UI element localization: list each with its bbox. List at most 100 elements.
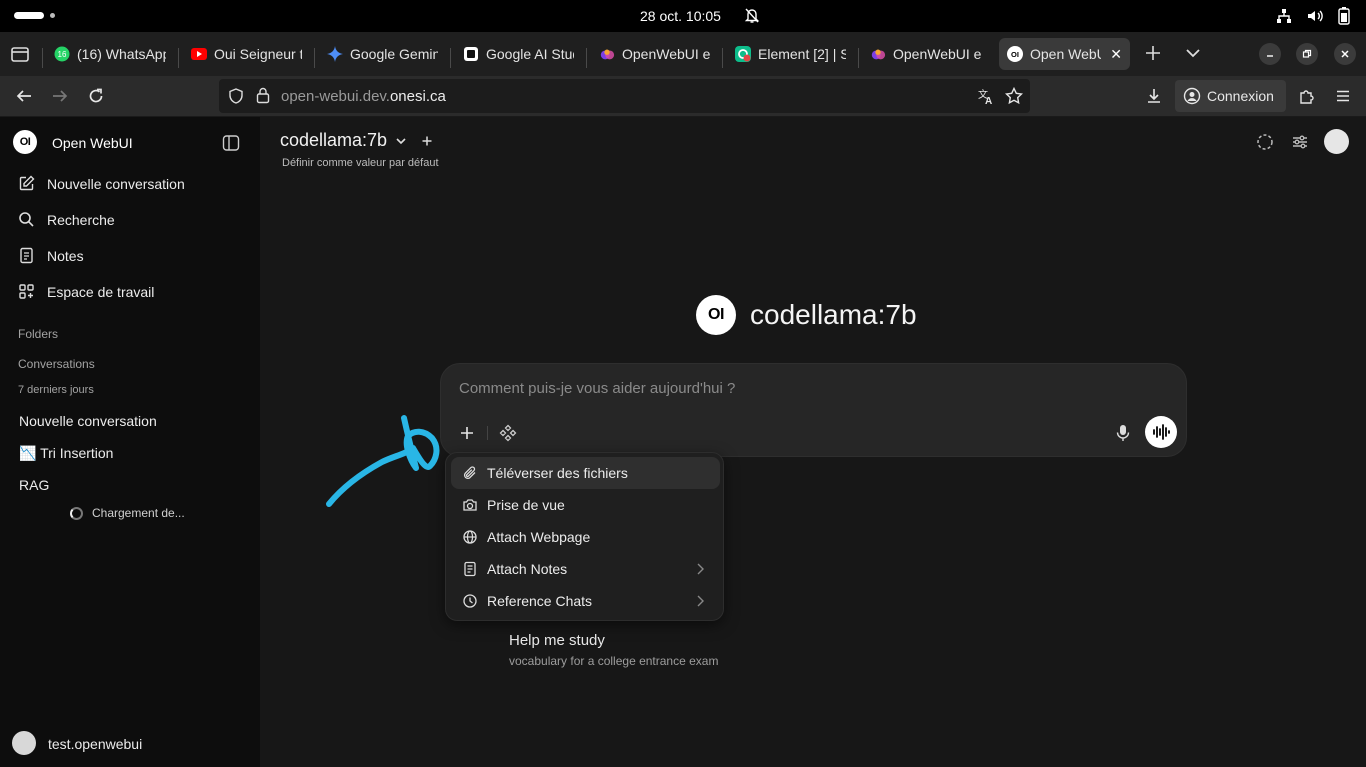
user-avatar[interactable] [12, 731, 36, 755]
workspace-button[interactable]: Espace de travail [18, 283, 154, 300]
tab-separator [586, 48, 587, 68]
add-model-icon[interactable] [421, 135, 433, 147]
sidebar: OI Open WebUI Nouvelle conversation Rech… [0, 117, 260, 767]
browser-menu-button[interactable] [1332, 85, 1354, 107]
ai-studio-icon [463, 46, 479, 62]
hamburger-icon [1337, 90, 1349, 102]
plus-icon [461, 427, 473, 439]
attach-webpage-item[interactable]: Attach Webpage [451, 521, 720, 553]
chevron-right-icon [697, 563, 704, 575]
extensions-button[interactable] [1296, 85, 1318, 107]
connexion-button[interactable]: Connexion [1175, 80, 1286, 112]
take-photo-item[interactable]: Prise de vue [451, 489, 720, 521]
tab-openwebui-active[interactable]: OI Open WebUI ✕ [999, 38, 1130, 70]
forward-button[interactable] [49, 85, 71, 107]
loading-label: Chargement de... [92, 506, 185, 520]
tab-whatsapp[interactable]: 16 (16) WhatsApp [46, 38, 174, 70]
minimize-button[interactable] [1259, 43, 1281, 65]
address-bar[interactable]: open-webui.dev.onesi.ca 文A [219, 79, 1030, 113]
waveform-icon [1153, 424, 1170, 440]
downloads-button[interactable] [1143, 85, 1165, 107]
bookmark-star-icon[interactable] [1005, 87, 1023, 105]
tab-list-chevron-icon[interactable] [1182, 42, 1204, 64]
openwebui-icon: OI [1007, 46, 1023, 62]
tab-label: OpenWebUI e [893, 46, 981, 62]
message-composer [440, 363, 1187, 457]
volume-icon [1308, 10, 1323, 22]
sliders-icon [1293, 135, 1307, 149]
attach-more-button[interactable] [457, 423, 477, 443]
lock-icon[interactable] [256, 87, 270, 104]
brand-name[interactable]: Open WebUI [52, 135, 133, 151]
notifications-muted-icon[interactable] [744, 7, 760, 24]
tab-youtube[interactable]: Oui Seigneur t [183, 38, 310, 70]
tab-openwebui-2[interactable]: OpenWebUI e [862, 38, 989, 70]
conversation-item[interactable]: RAG [19, 477, 49, 493]
message-input[interactable] [459, 380, 1099, 397]
user-name[interactable]: test.openwebui [48, 736, 142, 752]
gemini-icon [327, 46, 343, 62]
new-tab-icon[interactable] [1142, 42, 1164, 64]
conversations-label[interactable]: Conversations [18, 357, 95, 371]
model-logo: OI [696, 295, 736, 335]
url-domain: onesi.ca [389, 88, 446, 105]
whatsapp-icon: 16 [54, 46, 70, 62]
tab-separator [722, 48, 723, 68]
connexion-label: Connexion [1207, 88, 1274, 104]
openwebui-logo[interactable]: OI [13, 130, 37, 154]
reference-chats-item[interactable]: Reference Chats [451, 585, 720, 617]
tab-element[interactable]: Element [2] | S [727, 38, 854, 70]
edit-icon [18, 175, 35, 192]
folders-label[interactable]: Folders [18, 327, 58, 341]
arrow-right-icon [53, 90, 68, 102]
conversation-item[interactable]: 📉 Tri Insertion [19, 445, 113, 462]
close-tab-icon[interactable]: ✕ [1110, 46, 1122, 63]
tab-overview-icon[interactable] [8, 42, 32, 66]
nav-label: Espace de travail [47, 283, 155, 300]
tools-button[interactable] [498, 423, 518, 443]
search-button[interactable]: Recherche [18, 211, 115, 228]
notes-button[interactable]: Notes [18, 247, 84, 264]
url-text[interactable]: open-webui.dev.onesi.ca [281, 88, 446, 105]
reload-button[interactable] [85, 85, 107, 107]
paperclip-icon [462, 465, 478, 481]
chevron-right-icon [697, 595, 704, 607]
loading-indicator: Chargement de... [70, 506, 185, 520]
temporary-chat-button[interactable] [1255, 132, 1275, 152]
model-selector[interactable]: codellama:7b [280, 130, 433, 151]
arrow-left-icon [16, 90, 31, 102]
suggestion-title[interactable]: Help me study [509, 632, 605, 649]
system-tray[interactable] [1276, 7, 1350, 25]
suggestion-subtitle[interactable]: vocabulary for a college entrance exam [509, 654, 718, 668]
conversation-item[interactable]: Nouvelle conversation [19, 413, 157, 429]
shield-icon[interactable] [228, 88, 244, 104]
search-icon [18, 211, 35, 228]
nav-label: Nouvelle conversation [47, 175, 185, 192]
close-window-button[interactable] [1334, 43, 1356, 65]
system-clock[interactable]: 28 oct. 10:05 [640, 8, 721, 24]
profile-avatar[interactable] [1324, 129, 1349, 154]
set-default-link[interactable]: Définir comme valeur par défaut [282, 157, 439, 169]
attach-notes-item[interactable]: Attach Notes [451, 553, 720, 585]
notes-icon [18, 247, 35, 264]
chat-controls-button[interactable] [1290, 132, 1310, 152]
period-label: 7 derniers jours [18, 384, 94, 396]
tab-ai-studio[interactable]: Google AI Studio [455, 38, 582, 70]
back-button[interactable] [13, 85, 35, 107]
voice-mode-button[interactable] [1145, 416, 1177, 448]
translate-icon[interactable]: 文A [977, 87, 995, 105]
tab-openwebui-1[interactable]: OpenWebUI e [591, 38, 718, 70]
svg-text:OI: OI [1011, 50, 1019, 59]
tab-gemini[interactable]: Google Gemini [319, 38, 446, 70]
sidebar-toggle-icon[interactable] [222, 134, 240, 152]
activities-indicator[interactable] [14, 12, 44, 19]
url-prefix: open-webui.dev. [281, 88, 390, 105]
dictate-button[interactable] [1113, 423, 1133, 443]
upload-files-item[interactable]: Téléverser des fichiers [451, 457, 720, 489]
new-chat-button[interactable]: Nouvelle conversation [18, 175, 185, 192]
restore-button[interactable] [1296, 43, 1318, 65]
download-icon [1148, 89, 1160, 103]
network-icon [1277, 9, 1291, 23]
menu-label: Téléverser des fichiers [487, 465, 628, 481]
minimize-icon [1267, 55, 1273, 57]
